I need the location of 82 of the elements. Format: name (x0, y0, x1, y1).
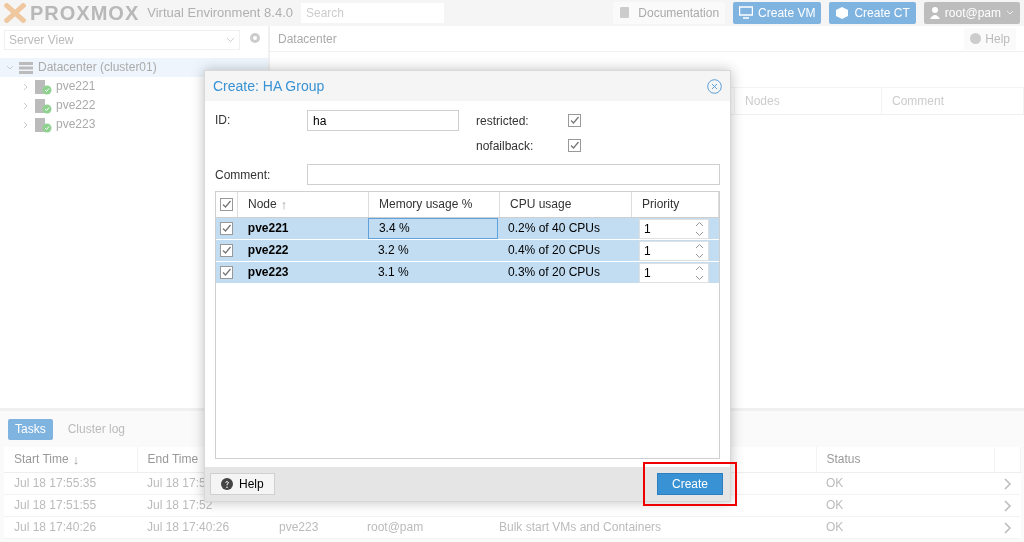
table-cell-text: pve221 (246, 220, 290, 237)
logo-x-icon (4, 3, 26, 23)
table-cell: Jul 18 17:55:35 (14, 476, 97, 490)
table-cell-text: pve222 (246, 242, 290, 259)
view-select[interactable]: Server View (4, 30, 240, 50)
checked-checkbox[interactable] (220, 198, 233, 211)
table-cell-text: 0.4% of 20 CPUs (506, 242, 601, 259)
checked-checkbox[interactable] (568, 114, 581, 127)
table-cell-text: 0.3% of 20 CPUs (506, 264, 601, 281)
table-cell-text: 0.2% of 40 CPUs (506, 220, 601, 237)
panel-title: Datacenter (278, 30, 337, 48)
priority-spinner[interactable]: 1 (639, 263, 709, 283)
server-online-icon (34, 78, 52, 95)
create-button[interactable]: Create (657, 473, 723, 495)
column-header[interactable]: CPU usage (500, 192, 632, 217)
column-header[interactable]: End Time (147, 450, 199, 469)
chevron-down-icon (226, 37, 235, 43)
spinner-arrows-icon[interactable] (695, 221, 704, 237)
dialog-title: Create: HA Group (213, 76, 325, 96)
table-cell: OK (826, 498, 844, 512)
column-header[interactable]: Start Time ↓ (14, 449, 80, 469)
header-button[interactable]: Create VM (733, 2, 822, 24)
comment-field[interactable] (307, 164, 720, 185)
logo-text: PROXMOX (30, 1, 140, 26)
column-header[interactable]: Status (826, 450, 861, 469)
help-button[interactable]: Help (964, 27, 1016, 50)
user-icon (929, 7, 940, 19)
grid-row[interactable]: pve222 3.2 % 0.4% of 20 CPUs 1 (216, 240, 719, 262)
server-stack-icon (18, 60, 34, 75)
caret-icon (1006, 10, 1014, 16)
field-label: ID: (215, 112, 232, 129)
table-cell: Jul 18 17:40:26 (147, 520, 230, 534)
table-cell: Bulk start VMs and Containers (499, 520, 662, 534)
chevron-right-icon[interactable] (1004, 477, 1012, 490)
table-cell: OK (826, 520, 844, 534)
tree-item[interactable]: pve222 (0, 96, 268, 115)
chevron-right-icon (22, 101, 30, 110)
column-header[interactable]: Priority (632, 192, 719, 217)
monitor-icon (739, 6, 754, 20)
table-cell-text: pve223 (246, 264, 290, 281)
field-label: nofailback: (476, 137, 535, 155)
checked-checkbox[interactable] (568, 139, 581, 152)
table-cell-text: 3.1 % (376, 264, 410, 281)
product-name: Virtual Environment 8.4.0 (147, 4, 293, 23)
priority-spinner[interactable]: 1 (639, 241, 709, 261)
grid-row[interactable]: pve223 3.1 % 0.3% of 20 CPUs 1 (216, 262, 719, 284)
cube-icon (835, 6, 850, 20)
table-cell: OK (826, 476, 844, 490)
spinner-arrows-icon[interactable] (695, 265, 704, 281)
tab[interactable]: Tasks (8, 418, 53, 440)
table-cell: pve223 (279, 520, 319, 534)
server-online-icon (34, 97, 52, 114)
column-header[interactable]: Node ↑ (238, 192, 369, 217)
priority-spinner[interactable]: 1 (639, 219, 709, 239)
table-cell: root@pam (367, 520, 424, 534)
table-cell: Jul 18 17:40:26 (14, 520, 97, 534)
close-icon[interactable] (707, 78, 722, 94)
chevron-right-icon (22, 120, 30, 129)
help-button[interactable]: Help (210, 473, 275, 495)
checked-checkbox[interactable] (220, 244, 234, 257)
spinner-arrows-icon[interactable] (695, 243, 704, 259)
checked-checkbox[interactable] (220, 266, 234, 279)
user-menu-button[interactable]: root@pam (923, 2, 1020, 24)
grid-row[interactable]: pve221 3.4 % 0.2% of 40 CPUs 1 (216, 218, 719, 240)
id-field[interactable]: ha (307, 110, 459, 131)
chevron-right-icon[interactable] (1004, 499, 1012, 512)
header-button[interactable]: Documentation (613, 2, 726, 24)
select-value: Server View (9, 32, 74, 49)
table-cell: Jul 18 17:51:55 (14, 498, 97, 512)
tree-item[interactable]: Datacenter (cluster01) (0, 58, 268, 77)
server-online-icon (34, 116, 52, 133)
table-cell-text: 3.2 % (376, 242, 410, 259)
field-label: Comment: (215, 166, 272, 184)
chevron-down-icon (6, 63, 14, 72)
tab[interactable]: Cluster log (60, 418, 133, 440)
header-button[interactable]: Create CT (829, 2, 916, 24)
table-cell: 3.4 % (367, 218, 498, 239)
chevron-right-icon[interactable] (1004, 521, 1012, 534)
checked-checkbox[interactable] (220, 222, 234, 235)
field-label: restricted: (476, 112, 530, 130)
column-header[interactable]: Memory usage % (369, 192, 500, 217)
chevron-right-icon (22, 82, 30, 91)
